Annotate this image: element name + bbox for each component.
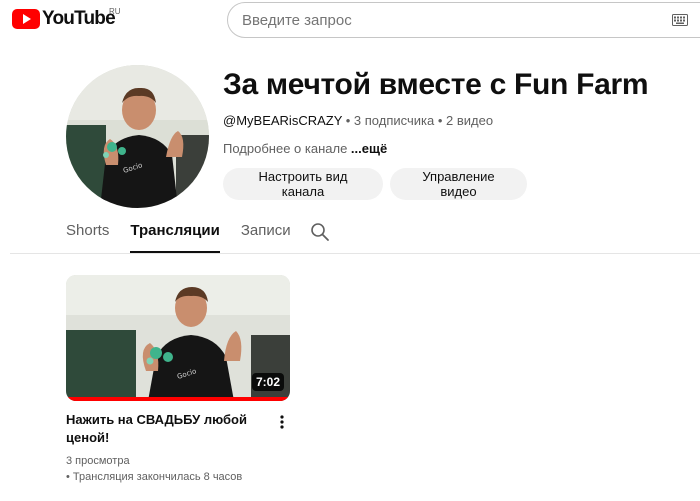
- channel-meta: @MyBEARisCRAZY • 3 подписчика • 2 видео: [223, 113, 493, 128]
- customize-channel-button[interactable]: Настроить вид канала: [223, 168, 383, 200]
- search-icon[interactable]: [310, 222, 330, 242]
- logo-text: YouTube: [42, 8, 116, 29]
- video-thumbnail[interactable]: Gocio 7:02: [66, 275, 290, 401]
- video-title[interactable]: Нажить на СВАДЬБУ любой ценой!: [66, 411, 266, 447]
- about-text: Подробнее о канале: [223, 141, 351, 156]
- tab-shorts[interactable]: Shorts: [66, 222, 109, 252]
- about-more-link[interactable]: ...ещё: [351, 141, 387, 156]
- manage-videos-button[interactable]: Управление видео: [390, 168, 527, 200]
- keyboard-icon[interactable]: [672, 13, 688, 27]
- tabs-divider: [10, 253, 700, 254]
- more-options-icon[interactable]: [276, 414, 288, 430]
- play-logo-icon: [12, 9, 40, 29]
- tab-streams[interactable]: Трансляции: [130, 222, 221, 253]
- channel-avatar[interactable]: Gocio: [66, 65, 209, 208]
- video-views: 3 просмотра: [66, 455, 130, 467]
- search-box[interactable]: [227, 2, 700, 38]
- avatar-image: Gocio: [66, 65, 209, 208]
- tab-posts[interactable]: Записи: [241, 222, 291, 252]
- watch-progress-bar: [66, 397, 290, 401]
- channel-title: За мечтой вместе с Fun Farm: [223, 68, 649, 101]
- youtube-logo[interactable]: YouTube RU: [12, 6, 121, 32]
- channel-stats: • 3 подписчика • 2 видео: [342, 113, 494, 128]
- search-input[interactable]: [242, 11, 642, 29]
- channel-about[interactable]: Подробнее о канале ...ещё: [223, 141, 387, 156]
- channel-handle: @MyBEARisCRAZY: [223, 113, 343, 128]
- video-duration: 7:02: [251, 373, 284, 391]
- channel-tabs: Shorts Трансляции Записи: [66, 222, 312, 254]
- region-code: RU: [109, 7, 121, 16]
- stream-status: • Трансляция закончилась 8 часов: [66, 471, 243, 483]
